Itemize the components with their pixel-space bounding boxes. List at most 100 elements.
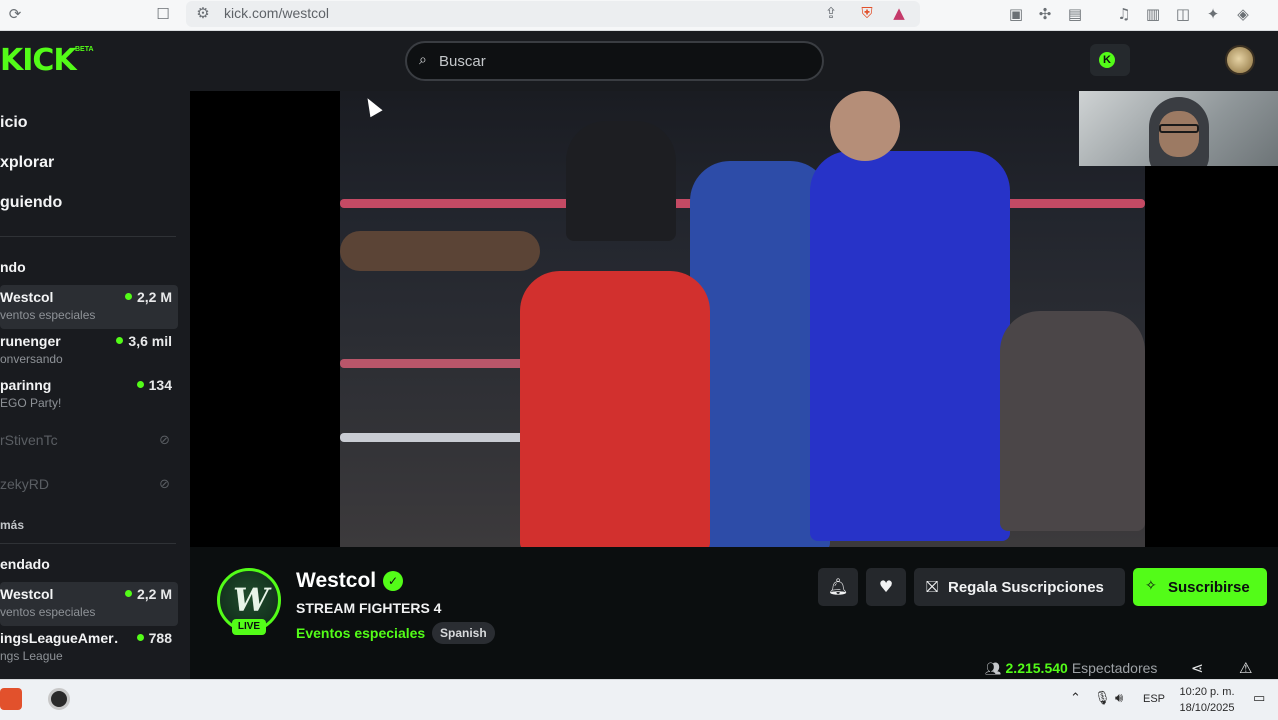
search-icon: ⌕ bbox=[419, 52, 427, 68]
stream-info: W LIVE Westcol ✓ STREAM FIGHTERS 4 Event… bbox=[190, 547, 1278, 679]
microphone-icon[interactable]: 🎙︎ bbox=[1094, 691, 1111, 706]
channel-name: runenger bbox=[0, 333, 61, 349]
notifications-icon[interactable]: ▭ bbox=[1253, 691, 1265, 706]
recommended-section-title: endado bbox=[0, 556, 50, 572]
viewer-count: 👥︎ 2.215.540 Espectadores bbox=[985, 660, 1158, 677]
channel-name: ingsLeagueAmer… bbox=[0, 630, 118, 646]
site-settings-icon[interactable]: ⚙ bbox=[194, 4, 212, 22]
share-icon[interactable]: ⋖ bbox=[1191, 659, 1204, 677]
search-input[interactable]: ⌕ Buscar bbox=[405, 41, 824, 81]
viewer-count: 2,2 M bbox=[124, 586, 172, 602]
share-icon[interactable]: ⇪ bbox=[822, 4, 840, 22]
obs-icon[interactable] bbox=[48, 688, 70, 710]
gift-icon: ⛝ bbox=[926, 577, 939, 596]
video-frame[interactable] bbox=[340, 91, 1145, 547]
boxer-arm bbox=[340, 231, 540, 271]
chevron-up-icon[interactable]: ⌃ bbox=[1070, 691, 1081, 706]
language-tag[interactable]: Spanish bbox=[432, 622, 495, 644]
viewers-icon: 👥︎ bbox=[985, 662, 1002, 677]
music-icon[interactable]: ♫ bbox=[1115, 5, 1133, 23]
video-player[interactable] bbox=[190, 91, 1278, 547]
show-more-link[interactable]: más bbox=[0, 518, 24, 532]
cornerman-figure bbox=[690, 161, 830, 547]
bookmark-icon[interactable]: ☐ bbox=[154, 5, 172, 23]
channel-name: Westcol bbox=[0, 586, 54, 602]
notification-bell-button[interactable]: 🔔︎ bbox=[818, 568, 858, 606]
logo-beta-badge: BETA bbox=[75, 46, 94, 53]
live-dot-icon bbox=[124, 590, 132, 597]
viewer-count: 2,2 M bbox=[124, 289, 172, 305]
referee-head bbox=[830, 91, 900, 161]
system-clock[interactable]: 10:20 p. m. 18/10/2025 bbox=[1172, 684, 1242, 716]
verified-icon: ✓ bbox=[383, 571, 403, 591]
offline-icon: ⊘ bbox=[159, 433, 170, 448]
sidebar-channel-westcol[interactable]: Westcol ventos especiales 2,2 M bbox=[0, 285, 178, 329]
sidebar: icio xplorar guiendo ndo Westcol ventos … bbox=[0, 91, 190, 679]
reader-icon[interactable]: ▤ bbox=[1066, 5, 1084, 23]
user-avatar[interactable] bbox=[1225, 45, 1255, 75]
follow-button[interactable]: ♥ bbox=[866, 568, 906, 606]
webcam-glasses bbox=[1159, 124, 1199, 133]
sidebar-divider bbox=[0, 236, 176, 237]
sidebar-channel-kingsleague[interactable]: ingsLeagueAmer… ngs League 788 bbox=[0, 626, 178, 670]
reload-icon[interactable]: ⟳ bbox=[6, 5, 24, 23]
clock-date: 18/10/2025 bbox=[1179, 702, 1235, 714]
subscribe-button[interactable]: ✧ Suscribirse bbox=[1133, 568, 1267, 606]
clock-time: 10:20 p. m. bbox=[1179, 686, 1235, 698]
boxer-figure bbox=[520, 271, 710, 547]
channel-category: onversando bbox=[0, 352, 63, 366]
live-dot-icon bbox=[116, 337, 124, 344]
sidebar-channel-brunenger[interactable]: runenger onversando 3,6 mil bbox=[0, 329, 178, 373]
address-bar[interactable]: ⚙ kick.com/westcol ⇪ ⛨ ▲ bbox=[186, 1, 920, 27]
spectator-figure bbox=[566, 121, 676, 241]
vpn-icon[interactable]: ◈ bbox=[1234, 5, 1252, 23]
leo-icon[interactable]: ✦ bbox=[1204, 5, 1222, 23]
webcam-overlay bbox=[1079, 91, 1278, 166]
viewer-count: 134 bbox=[136, 377, 172, 393]
channel-category: EGO Party! bbox=[0, 396, 62, 410]
sidebar-channel-sparinng[interactable]: parinng EGO Party! 134 bbox=[0, 373, 178, 417]
gift-subscriptions-button[interactable]: ⛝ Regala Suscripciones bbox=[914, 568, 1125, 606]
stream-category-link[interactable]: Eventos especiales bbox=[296, 625, 425, 641]
brave-shields-icon[interactable]: ⛨ bbox=[858, 4, 876, 22]
subscribe-label: Suscribirse bbox=[1168, 579, 1250, 596]
taskbar: ⌃ 🎙︎ 🔊︎ ESP 10:20 p. m. 18/10/2025 ▭ bbox=[0, 679, 1278, 720]
channel-name: Westcol bbox=[0, 289, 54, 305]
channel-name[interactable]: Westcol bbox=[296, 569, 376, 593]
nav-siguiendo[interactable]: guiendo bbox=[0, 194, 62, 212]
volume-icon[interactable]: 🔊︎ bbox=[1115, 691, 1123, 706]
extension-icon[interactable]: ▣ bbox=[1007, 5, 1025, 23]
nav-explorar[interactable]: xplorar bbox=[0, 154, 54, 172]
kick-logo[interactable]: KICK bbox=[0, 43, 77, 78]
nav-inicio[interactable]: icio bbox=[0, 114, 28, 132]
bell-icon: 🔔︎ bbox=[827, 577, 849, 596]
live-dot-icon bbox=[136, 634, 144, 641]
channel-category: ventos especiales bbox=[0, 308, 96, 322]
channel-category: ventos especiales bbox=[0, 605, 96, 619]
input-language[interactable]: ESP bbox=[1143, 693, 1165, 705]
top-navigation: KICK BETA ⌕ Buscar K bbox=[0, 31, 1278, 91]
sparkle-icon: ✧ bbox=[1145, 578, 1157, 594]
webcam-face bbox=[1159, 111, 1199, 157]
live-badge: LIVE bbox=[232, 619, 266, 635]
url-text[interactable]: kick.com/westcol bbox=[224, 5, 329, 21]
browser-toolbar: ⟳ ☐ ⚙ kick.com/westcol ⇪ ⛨ ▲ ▣ ✣ ▤ ♫ ▥ ◫… bbox=[0, 0, 1278, 31]
puzzle-icon[interactable]: ✣ bbox=[1036, 5, 1054, 23]
brave-rewards-icon[interactable]: ▲ bbox=[890, 4, 908, 22]
kicks-balance-button[interactable]: K bbox=[1090, 44, 1130, 76]
brave-browser-icon[interactable] bbox=[0, 688, 22, 710]
viewer-count: 788 bbox=[136, 630, 172, 646]
gift-subscriptions-label: Regala Suscripciones bbox=[948, 579, 1104, 596]
channel-name: parinng bbox=[0, 377, 52, 393]
sidebar-channel-offline[interactable]: zekyRD ⊘ bbox=[0, 472, 178, 516]
stream-title: STREAM FIGHTERS 4 bbox=[296, 600, 442, 616]
sidebar-channel-offline[interactable]: rStivenTc ⊘ bbox=[0, 428, 178, 472]
channel-name: rStivenTc bbox=[0, 432, 58, 448]
live-dot-icon bbox=[124, 293, 132, 300]
channel-category: ngs League bbox=[0, 649, 63, 663]
sidebar-icon[interactable]: ▥ bbox=[1144, 5, 1162, 23]
wallet-icon[interactable]: ◫ bbox=[1174, 5, 1192, 23]
crowd-figure bbox=[1000, 311, 1145, 531]
report-icon[interactable]: ⚠ bbox=[1239, 659, 1252, 677]
sidebar-channel-westcol[interactable]: Westcol ventos especiales 2,2 M bbox=[0, 582, 178, 626]
